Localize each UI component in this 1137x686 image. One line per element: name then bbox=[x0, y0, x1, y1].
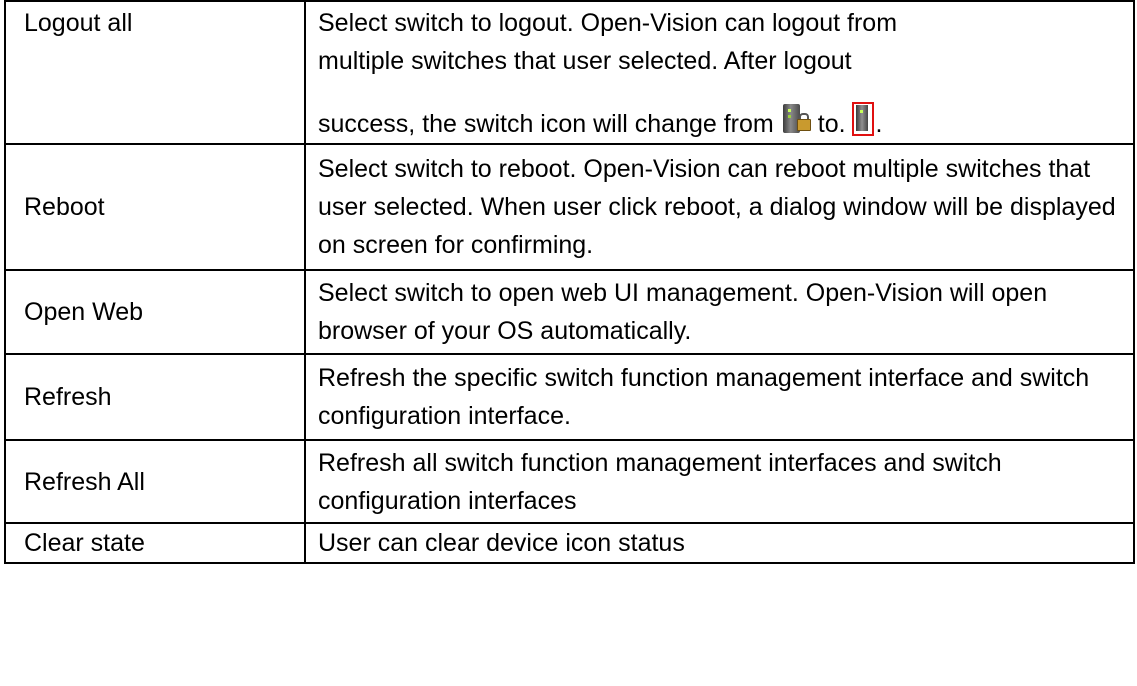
function-description-cell: Refresh the specific switch function man… bbox=[304, 353, 1135, 441]
table-row: Open Web Select switch to open web UI ma… bbox=[4, 269, 1135, 355]
function-name-cell: Open Web bbox=[4, 269, 306, 355]
function-description-cell: Select switch to reboot. Open-Vision can… bbox=[304, 143, 1135, 271]
description-text: success, the switch icon will change fro… bbox=[318, 110, 774, 138]
switch-logged-out-icon bbox=[851, 102, 874, 136]
function-name: Clear state bbox=[24, 529, 145, 557]
function-name-cell: Refresh bbox=[4, 353, 306, 441]
function-table: Logout all Select switch to logout. Open… bbox=[4, 0, 1135, 564]
function-description: Refresh the specific switch function man… bbox=[318, 364, 1090, 430]
table-row: Refresh Refresh the specific switch func… bbox=[4, 353, 1135, 441]
function-description-cell: Select switch to logout. Open-Vision can… bbox=[304, 0, 1135, 145]
table-row: Clear state User can clear device icon s… bbox=[4, 522, 1135, 564]
table-row: Refresh All Refresh all switch function … bbox=[4, 439, 1135, 524]
function-name: Logout all bbox=[24, 9, 133, 37]
function-description-cell: Refresh all switch function management i… bbox=[304, 439, 1135, 524]
description-line: Select switch to logout. Open-Vision can… bbox=[318, 9, 898, 37]
function-name-cell: Clear state bbox=[4, 522, 306, 564]
function-name: Refresh All bbox=[24, 467, 145, 496]
function-description-cell: User can clear device icon status bbox=[304, 522, 1135, 564]
function-name: Refresh bbox=[24, 383, 112, 411]
table-row: Logout all Select switch to logout. Open… bbox=[4, 0, 1135, 145]
description-line: multiple switches that user selected. Af… bbox=[318, 47, 852, 75]
table-row: Reboot Select switch to reboot. Open-Vis… bbox=[4, 143, 1135, 271]
function-name-cell: Logout all bbox=[4, 0, 306, 145]
switch-locked-icon bbox=[782, 104, 812, 134]
function-description: Select switch to open web UI management.… bbox=[318, 279, 1048, 345]
function-name-cell: Reboot bbox=[4, 143, 306, 271]
function-description: Select switch to reboot. Open-Vision can… bbox=[318, 155, 1116, 259]
function-description: User can clear device icon status bbox=[318, 529, 685, 557]
function-description-cell: Select switch to open web UI management.… bbox=[304, 269, 1135, 355]
function-description: Refresh all switch function management i… bbox=[318, 448, 1002, 515]
description-line: success, the switch icon will change fro… bbox=[318, 102, 883, 143]
description-text: . bbox=[875, 110, 883, 138]
function-name: Reboot bbox=[24, 193, 105, 221]
function-name-cell: Refresh All bbox=[4, 439, 306, 524]
function-name: Open Web bbox=[24, 298, 144, 326]
description-text: to. bbox=[817, 110, 846, 138]
